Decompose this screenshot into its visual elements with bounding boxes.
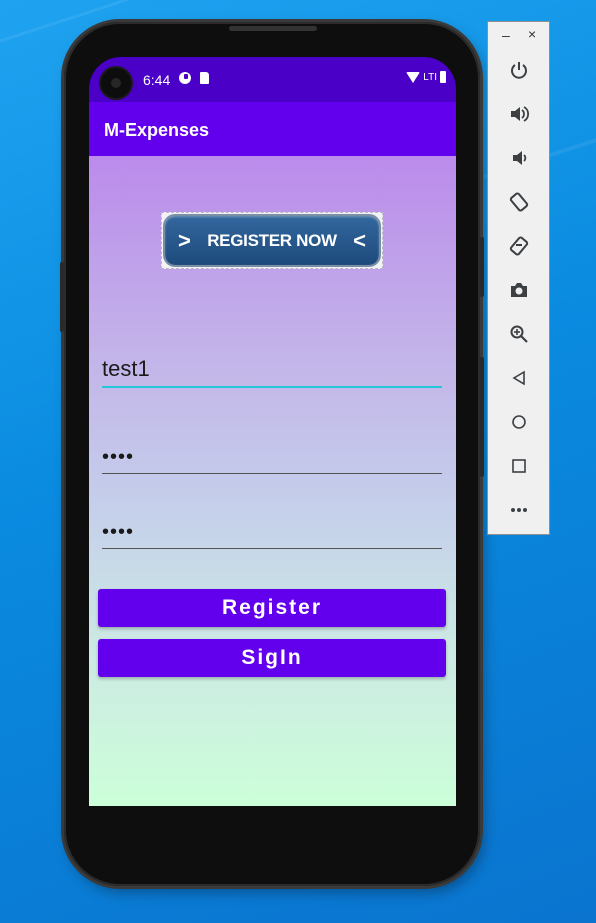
register-button[interactable]: Register xyxy=(98,589,446,627)
register-screen-content: > REGISTER NOW < Register SigIn xyxy=(89,156,456,806)
status-bar: 6:44 LTI xyxy=(89,57,456,102)
app-title: M-Expenses xyxy=(104,120,210,140)
panel-titlebar: – × xyxy=(488,22,550,48)
app-bar: M-Expenses xyxy=(89,102,456,156)
status-right-cluster: LTI xyxy=(406,71,446,83)
phone-side-button xyxy=(480,237,484,297)
sd-card-icon xyxy=(200,72,209,84)
power-icon[interactable] xyxy=(507,58,531,82)
password-input[interactable] xyxy=(102,442,442,472)
notification-icon xyxy=(179,72,191,84)
phone-side-button xyxy=(480,357,484,477)
signin-button[interactable]: SigIn xyxy=(98,639,446,677)
banner-text: REGISTER NOW xyxy=(207,230,337,250)
status-time: 6:44 xyxy=(143,72,171,88)
volume-up-icon[interactable] xyxy=(507,102,531,126)
wifi-icon xyxy=(406,71,421,83)
network-label: LTI xyxy=(423,71,437,83)
phone-speaker xyxy=(229,26,317,31)
username-underline xyxy=(102,386,442,388)
zoom-icon[interactable] xyxy=(507,322,531,346)
emulator-control-panel: – × xyxy=(487,21,550,535)
username-input[interactable] xyxy=(102,353,442,385)
confirm-password-input[interactable] xyxy=(102,517,442,547)
chevron-right-icon: > xyxy=(178,227,191,253)
back-icon[interactable] xyxy=(507,366,531,390)
chevron-left-icon: < xyxy=(353,227,366,253)
front-camera xyxy=(101,68,131,98)
camera-icon[interactable] xyxy=(507,278,531,302)
confirm-password-underline xyxy=(102,548,442,549)
phone-device-frame: 6:44 LTI M-Expenses > REGISTER NOW < tes… xyxy=(60,22,484,886)
volume-down-icon[interactable] xyxy=(507,146,531,170)
register-now-banner: > REGISTER NOW < xyxy=(161,212,383,269)
rotate-right-icon[interactable] xyxy=(507,234,531,258)
password-underline xyxy=(102,473,442,474)
minimize-button[interactable]: – xyxy=(502,27,510,43)
rotate-left-icon[interactable] xyxy=(507,190,531,214)
phone-side-button xyxy=(60,262,64,332)
more-icon[interactable] xyxy=(507,498,531,522)
close-button[interactable]: × xyxy=(528,26,536,42)
battery-icon xyxy=(440,71,446,83)
home-icon[interactable] xyxy=(507,410,531,434)
register-now-banner-image: > REGISTER NOW < xyxy=(165,216,379,265)
overview-icon[interactable] xyxy=(507,454,531,478)
phone-screen: 6:44 LTI M-Expenses > REGISTER NOW < tes… xyxy=(89,57,456,806)
